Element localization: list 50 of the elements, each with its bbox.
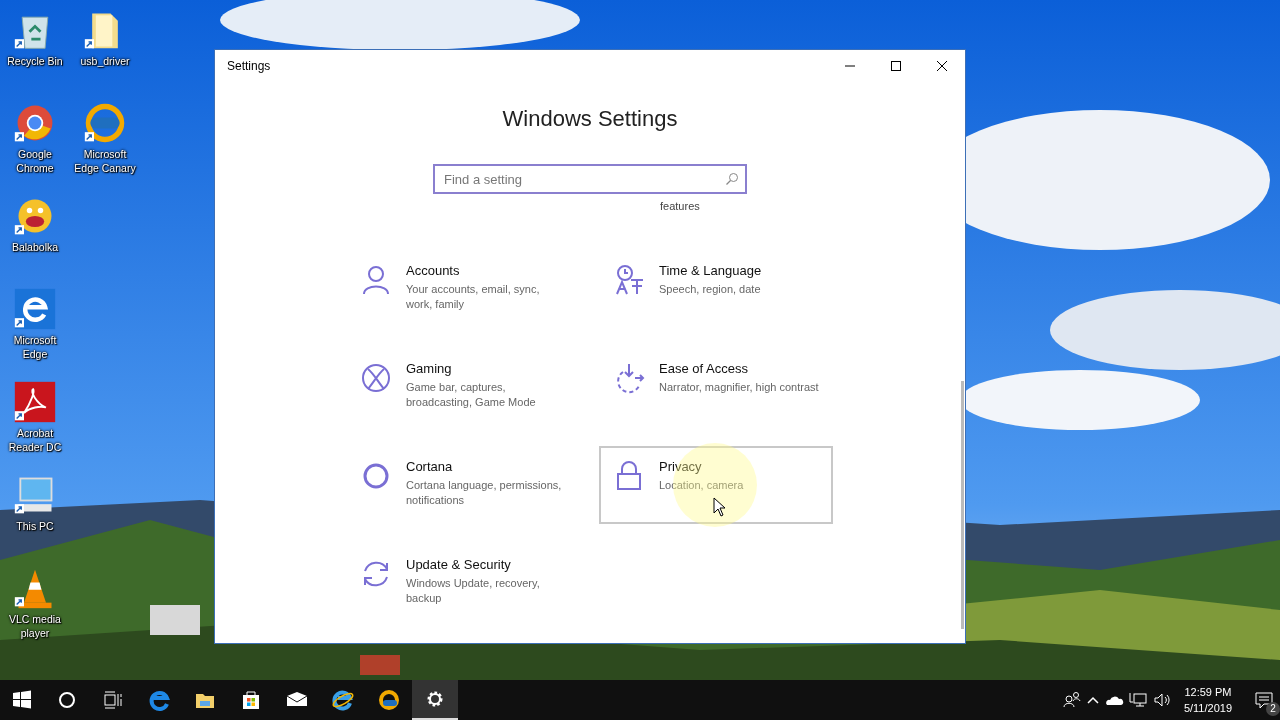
category-description: Location, camera bbox=[659, 478, 744, 493]
edge-icon[interactable] bbox=[13, 287, 57, 331]
category-title: Privacy bbox=[659, 458, 703, 476]
category-description: Cortana language, permissions, notifications bbox=[406, 478, 563, 508]
desktop-icon-label[interactable]: VLC media player bbox=[0, 612, 70, 640]
notification-icon[interactable] bbox=[1254, 690, 1274, 710]
category-title: Update & Security bbox=[406, 556, 512, 574]
desktop-icon-label[interactable]: This PC bbox=[0, 519, 70, 533]
desktop-icon-label[interactable]: Balabolka bbox=[0, 240, 70, 254]
settings-category[interactable]: Ease of Access Narrator, magnifier, high contrast bbox=[599, 348, 833, 426]
category-description: Your accounts, email, sync, work, family bbox=[406, 282, 541, 312]
desktop-icon-label[interactable]: Recycle Bin bbox=[0, 54, 70, 68]
canary-icon[interactable] bbox=[377, 688, 401, 712]
edge-icon[interactable] bbox=[147, 688, 171, 712]
category-description: Narrator, magnifier, high contrast bbox=[659, 380, 819, 395]
clock-date[interactable]: 5/11/2019 bbox=[1183, 700, 1232, 716]
task-view-icon[interactable] bbox=[101, 688, 125, 712]
cursor-icon bbox=[713, 497, 727, 517]
settings-category[interactable]: Privacy Location, camera bbox=[599, 446, 833, 524]
search-field[interactable]: Find a setting bbox=[433, 164, 747, 194]
desktop-icon-label[interactable]: usb_driver bbox=[70, 54, 140, 68]
people-icon[interactable] bbox=[1061, 690, 1082, 710]
suggestion-text: features bbox=[660, 200, 700, 213]
category-description: Game bar, captures, broadcasting, Game Mode bbox=[406, 380, 537, 410]
acrobat-icon[interactable] bbox=[13, 380, 57, 424]
time-icon bbox=[613, 264, 645, 296]
category-title: Gaming bbox=[406, 360, 453, 378]
category-title: Cortana bbox=[406, 458, 454, 476]
notification-count: 2 bbox=[1266, 702, 1280, 716]
clock-time[interactable]: 12:59 PM bbox=[1184, 684, 1232, 700]
category-title: Ease of Access bbox=[659, 360, 749, 378]
settings-category[interactable]: Gaming Game bar, captures, broadcasting, Game Mode bbox=[346, 348, 580, 426]
settings-category[interactable]: Cortana Cortana language, permissions, notifications bbox=[346, 446, 580, 524]
xbox-icon bbox=[360, 362, 392, 394]
desktop-icon-label[interactable]: Google Chrome bbox=[0, 147, 70, 175]
category-title: Accounts bbox=[406, 262, 461, 280]
network-icon[interactable] bbox=[1127, 690, 1148, 710]
category-description: Windows Update, recovery, backup bbox=[406, 576, 541, 606]
window-title: Settings bbox=[227, 59, 272, 73]
scrollbar-thumb[interactable] bbox=[961, 381, 964, 629]
person-icon bbox=[360, 264, 392, 296]
page-heading: Windows Settings bbox=[502, 105, 678, 133]
settings-category[interactable]: Update & Security Windows Update, recovery, backup bbox=[346, 544, 580, 622]
category-description: Speech, region, date bbox=[659, 282, 761, 297]
desktop-icon-label[interactable]: Microsoft Edge Canary bbox=[70, 147, 140, 175]
settings-category[interactable]: Accounts Your accounts, email, sync, work, family bbox=[346, 250, 580, 328]
settings-category[interactable]: Time & Language Speech, region, date bbox=[599, 250, 833, 328]
category-title: Time & Language bbox=[659, 262, 762, 280]
ie-icon[interactable] bbox=[331, 688, 355, 712]
canary-icon[interactable] bbox=[83, 101, 127, 145]
